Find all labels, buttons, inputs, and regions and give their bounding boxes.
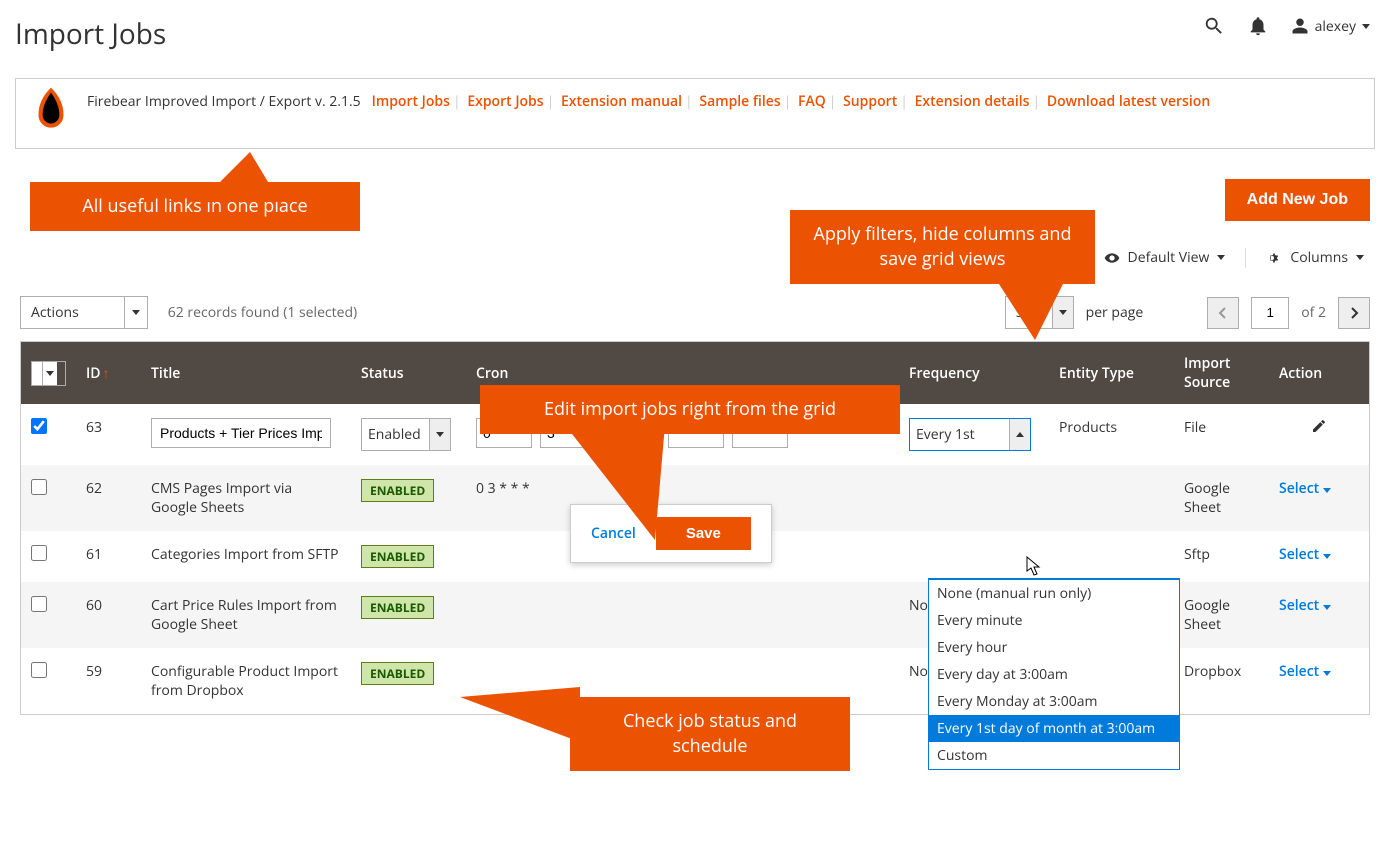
row-id: 63 (76, 404, 141, 465)
link-support[interactable]: Support (843, 92, 897, 111)
page-input[interactable] (1251, 297, 1289, 329)
frequency-dropdown: None (manual run only)Every minuteEvery … (928, 578, 1180, 770)
edit-title-input[interactable] (151, 418, 331, 448)
callout-tail-icon (200, 152, 280, 212)
product-name: Firebear Improved Import / Export v. 2.1… (87, 92, 361, 111)
row-entity: Products (1049, 404, 1174, 465)
default-view-control[interactable]: Default View (1098, 248, 1232, 267)
per-page-label: per page (1086, 303, 1144, 322)
row-title: Categories Import from SFTP (141, 531, 351, 582)
header-checkbox[interactable]: - (21, 342, 76, 404)
edit-status-select[interactable]: Enabled (361, 418, 451, 451)
link-bar: Firebear Improved Import / Export v. 2.1… (15, 78, 1375, 149)
frequency-option[interactable]: Custom (929, 742, 1179, 769)
select-action[interactable]: Select (1279, 479, 1331, 498)
row-checkbox[interactable] (31, 596, 47, 612)
link-import-jobs[interactable]: Import Jobs (372, 92, 450, 111)
status-badge: ENABLED (361, 479, 434, 502)
row-checkbox[interactable] (31, 545, 47, 561)
link-export-jobs[interactable]: Export Jobs (467, 92, 543, 111)
callout-links: All useful links in one place (30, 182, 360, 231)
user-menu[interactable]: alexey (1291, 17, 1370, 36)
notifications-icon[interactable] (1247, 15, 1269, 37)
actions-dropdown[interactable]: Actions (20, 296, 148, 329)
edit-pencil-icon[interactable] (1311, 418, 1327, 434)
user-name: alexey (1315, 17, 1356, 36)
page-title: Import Jobs (15, 15, 166, 53)
row-checkbox[interactable] (31, 662, 47, 678)
callout-tail-icon (990, 270, 1070, 340)
callout-edit: Edit import jobs right from the grid (480, 385, 900, 434)
link-faq[interactable]: FAQ (798, 92, 826, 111)
row-cron (466, 582, 899, 648)
row-entity (1049, 531, 1174, 582)
select-action[interactable]: Select (1279, 662, 1331, 681)
select-action[interactable]: Select (1279, 545, 1331, 564)
cursor-icon (1026, 556, 1046, 578)
header-status[interactable]: Status (351, 342, 466, 404)
row-frequency (899, 465, 1049, 531)
search-icon[interactable] (1203, 15, 1225, 37)
link-extension-details[interactable]: Extension details (915, 92, 1030, 111)
row-source: File (1174, 404, 1269, 465)
row-id: 60 (76, 582, 141, 648)
gear-icon (1266, 250, 1282, 266)
row-entity (1049, 465, 1174, 531)
row-title: Cart Price Rules Import from Google Shee… (141, 582, 351, 648)
firebear-logo-icon (30, 86, 72, 136)
chevron-left-icon (1218, 307, 1228, 319)
link-sample-files[interactable]: Sample files (699, 92, 780, 111)
add-new-job-button[interactable]: Add New Job (1225, 179, 1370, 221)
select-action[interactable]: Select (1279, 596, 1331, 615)
status-badge: ENABLED (361, 662, 434, 685)
header-title[interactable]: Title (141, 342, 351, 404)
status-badge: ENABLED (361, 545, 434, 568)
status-badge: ENABLED (361, 596, 434, 619)
save-button[interactable]: Save (656, 517, 751, 550)
link-extension-manual[interactable]: Extension manual (561, 92, 682, 111)
row-title: Configurable Product Import from Dropbox (141, 648, 351, 714)
columns-control[interactable]: Columns (1260, 248, 1370, 267)
frequency-option[interactable]: Every 1st day of month at 3:00am (929, 715, 1179, 742)
row-id: 62 (76, 465, 141, 531)
user-avatar-icon (1291, 17, 1309, 35)
row-id: 59 (76, 648, 141, 714)
header-entity-type[interactable]: Entity Type (1049, 342, 1174, 404)
records-count: 62 records found (1 selected) (168, 303, 357, 322)
chevron-right-icon (1349, 307, 1359, 319)
edit-frequency-select[interactable]: Every 1st (909, 418, 1031, 451)
row-source: Sftp (1174, 531, 1269, 582)
callout-tail-icon (460, 687, 580, 747)
link-download[interactable]: Download latest version (1047, 92, 1210, 111)
header-frequency[interactable]: Frequency (899, 342, 1049, 404)
row-id: 61 (76, 531, 141, 582)
header-import-source[interactable]: Import Source (1174, 342, 1269, 404)
eye-icon (1104, 250, 1120, 266)
caret-icon (1362, 24, 1370, 29)
row-source: Google Sheet (1174, 582, 1269, 648)
sort-asc-icon: ↑ (103, 364, 110, 383)
header-action[interactable]: Action (1269, 342, 1369, 404)
prev-page-button[interactable] (1207, 297, 1239, 329)
row-source: Dropbox (1174, 648, 1269, 714)
frequency-option[interactable]: Every minute (929, 607, 1179, 634)
frequency-option[interactable]: Every hour (929, 634, 1179, 661)
row-checkbox[interactable] (31, 479, 47, 495)
frequency-option[interactable]: Every day at 3:00am (929, 661, 1179, 688)
page-of-label: of 2 (1301, 303, 1326, 322)
callout-tail-icon (565, 425, 665, 540)
frequency-option[interactable]: None (manual run only) (929, 580, 1179, 607)
next-page-button[interactable] (1338, 297, 1370, 329)
callout-status: Check job status and schedule (570, 697, 850, 771)
header-id[interactable]: ID↑ (76, 342, 141, 404)
row-checkbox[interactable] (31, 418, 47, 434)
frequency-option[interactable]: Every Monday at 3:00am (929, 688, 1179, 715)
row-source: Google Sheet (1174, 465, 1269, 531)
row-title: CMS Pages Import via Google Sheets (141, 465, 351, 531)
